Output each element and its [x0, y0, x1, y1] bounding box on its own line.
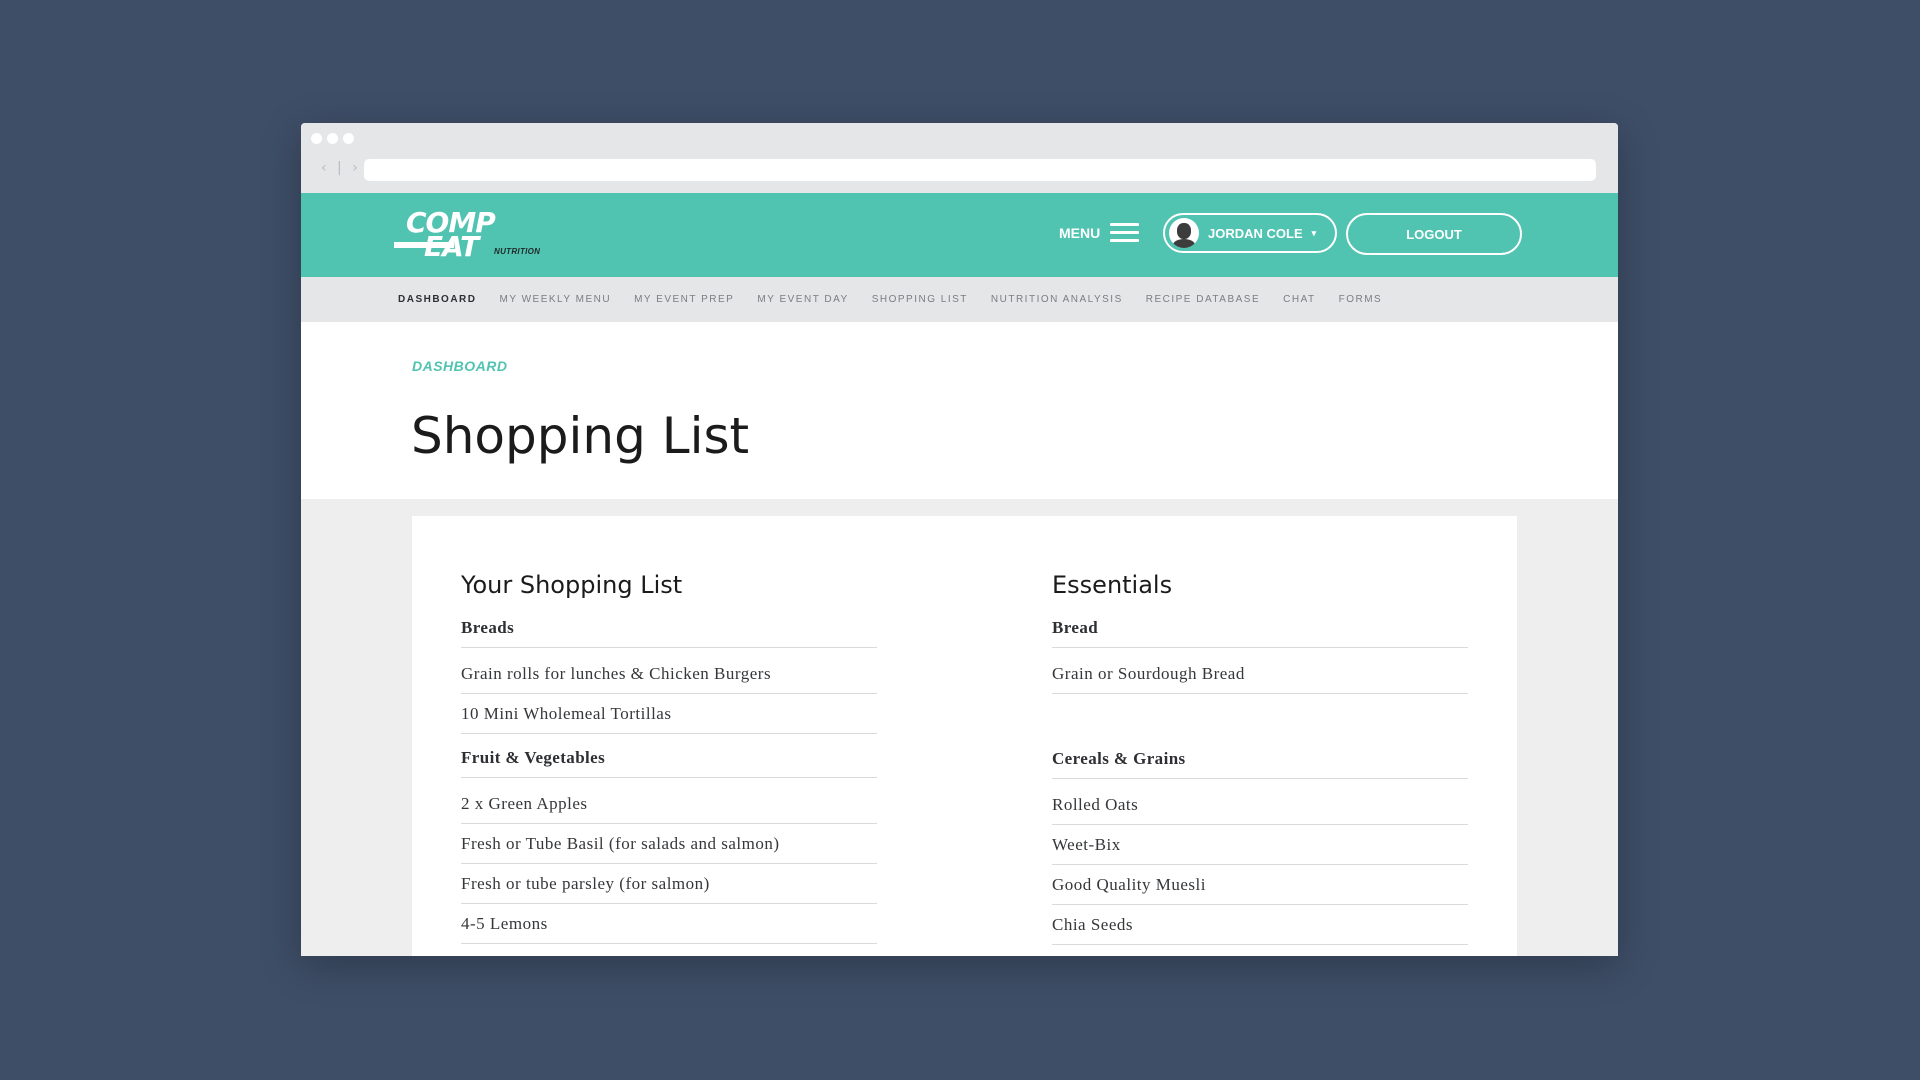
avatar [1169, 218, 1199, 248]
tab-my-event-day[interactable]: MY EVENT DAY [757, 294, 848, 305]
tab-shopping-list[interactable]: SHOPPING LIST [872, 294, 968, 305]
essentials-column: Essentials Bread Grain or Sourdough Bread… [1052, 571, 1468, 945]
logo-line2: EAT [424, 230, 479, 263]
user-menu-button[interactable]: JORDAN COLE ▾ [1163, 213, 1337, 253]
window-maximize-dot[interactable] [343, 133, 354, 144]
tab-my-weekly-menu[interactable]: MY WEEKLY MENU [500, 294, 612, 305]
list-item[interactable]: 2 x Green Apples [461, 784, 877, 824]
list-item[interactable]: Grain rolls for lunches & Chicken Burger… [461, 654, 877, 694]
page-title-area: DASHBOARD Shopping List [301, 322, 1618, 499]
category-heading: Breads [461, 618, 877, 648]
shopping-card: Your Shopping List Breads Grain rolls for… [412, 516, 1517, 956]
list-item[interactable]: Fresh or Tube Basil (for salads and salm… [461, 824, 877, 864]
list-item[interactable]: Grain or Sourdough Bread [1052, 654, 1468, 694]
window-minimize-dot[interactable] [327, 133, 338, 144]
tab-chat[interactable]: CHAT [1283, 294, 1315, 305]
tab-nutrition-analysis[interactable]: NUTRITION ANALYSIS [991, 294, 1123, 305]
user-name: JORDAN COLE [1208, 225, 1303, 241]
category-heading: Fruit & Vegetables [461, 748, 877, 778]
menu-label: MENU [1059, 224, 1101, 241]
comp-eat-logo[interactable]: COMP EAT NUTRITION [394, 207, 554, 265]
list-item[interactable]: Chia Seeds [1052, 905, 1468, 945]
shopping-list-heading: Your Shopping List [461, 571, 683, 599]
logo-sub: NUTRITION [494, 247, 541, 256]
address-bar[interactable] [364, 159, 1596, 181]
list-item[interactable]: Fresh or tube parsley (for salmon) [461, 864, 877, 904]
essentials-heading: Essentials [1052, 571, 1173, 599]
logout-button[interactable]: LOGOUT [1346, 213, 1522, 255]
category-heading: Bread [1052, 618, 1468, 648]
tab-forms[interactable]: FORMS [1339, 294, 1383, 305]
list-item[interactable]: 4-5 Lemons [461, 904, 877, 944]
list-item[interactable]: Good Quality Muesli [1052, 865, 1468, 905]
page-title: Shopping List [411, 407, 750, 465]
category-heading: Cereals & Grains [1052, 749, 1468, 779]
tab-my-event-prep[interactable]: MY EVENT PREP [634, 294, 734, 305]
window-close-dot[interactable] [311, 133, 322, 144]
hamburger-icon [1110, 223, 1140, 242]
tab-recipe-database[interactable]: RECIPE DATABASE [1146, 294, 1260, 305]
section-nav: DASHBOARD MY WEEKLY MENU MY EVENT PREP MY E… [301, 277, 1618, 322]
site-header: COMP EAT NUTRITION MENU JORDAN COLE ▾ LO… [301, 193, 1618, 277]
breadcrumb[interactable]: DASHBOARD [412, 358, 508, 374]
list-item[interactable]: Weet-Bix [1052, 825, 1468, 865]
list-item[interactable]: 10 Mini Wholemeal Tortillas [461, 694, 877, 734]
menu-button[interactable]: MENU [1059, 223, 1140, 242]
chevron-down-icon: ▾ [1311, 227, 1317, 238]
browser-chrome: ‹ | › [301, 123, 1618, 193]
shopping-list-column: Your Shopping List Breads Grain rolls for… [461, 571, 877, 944]
browser-window: ‹ | › COMP EAT NUTRITION MENU JORDAN COL… [301, 123, 1618, 956]
list-item[interactable]: Rolled Oats [1052, 785, 1468, 825]
back-forward-arrows-icon[interactable]: ‹ | › [321, 160, 361, 176]
content-area: Your Shopping List Breads Grain rolls for… [301, 499, 1618, 956]
tab-dashboard[interactable]: DASHBOARD [398, 294, 477, 305]
